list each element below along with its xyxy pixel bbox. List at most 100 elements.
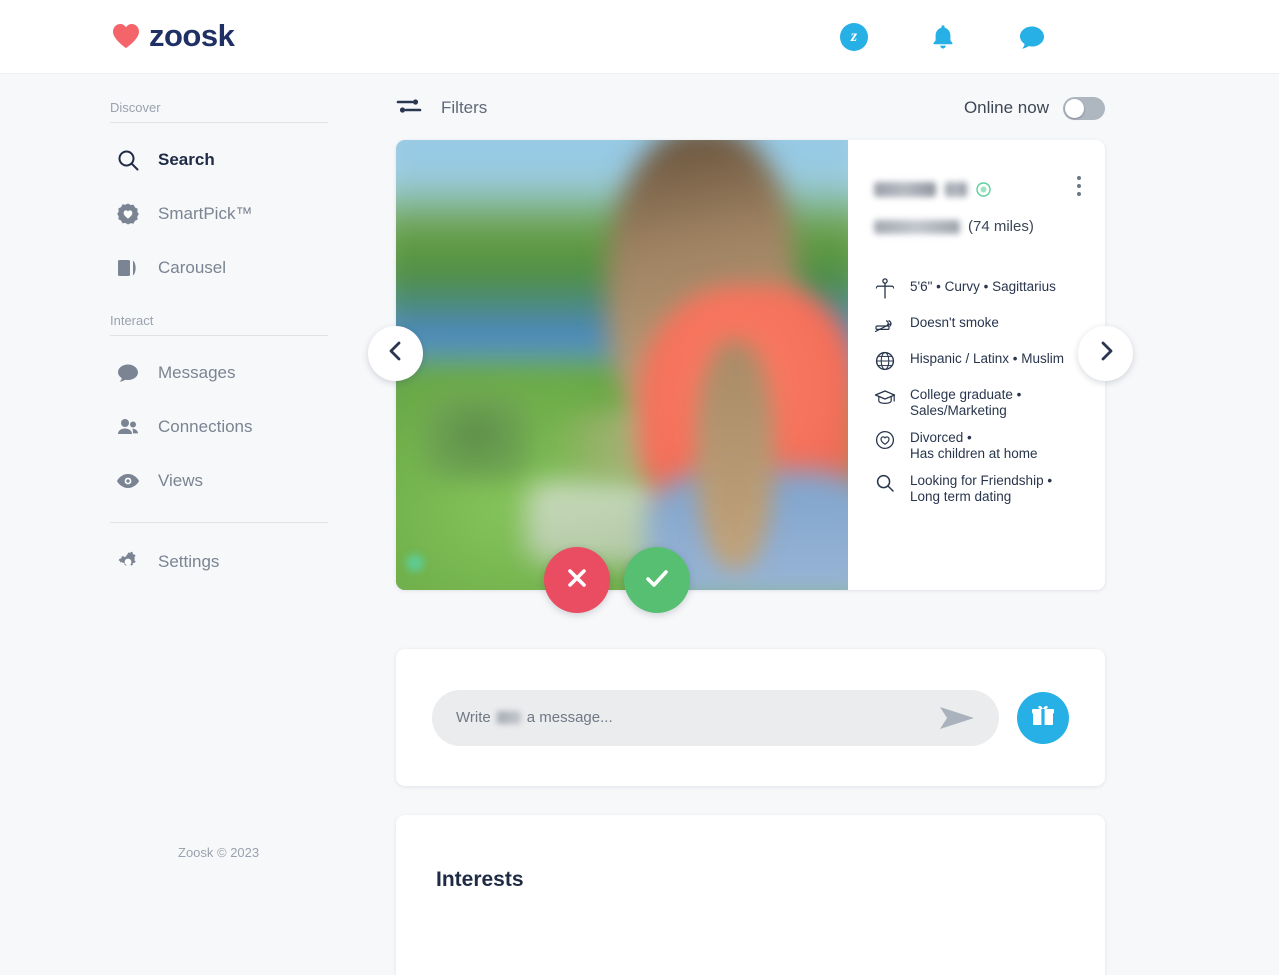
message-input[interactable]: Write a message... bbox=[432, 689, 999, 746]
sidebar-item-connections[interactable]: Connections bbox=[110, 400, 328, 454]
search-icon bbox=[874, 472, 896, 494]
sidebar-item-label: Settings bbox=[158, 552, 220, 571]
sidebar-item-label: SmartPick™ bbox=[158, 204, 253, 223]
dot bbox=[1077, 176, 1081, 180]
message-placeholder: Write a message... bbox=[456, 709, 613, 726]
profile-distance: (74 miles) bbox=[968, 218, 1034, 235]
attribute-row: Looking for Friendship • Long term datin… bbox=[874, 471, 1079, 504]
sidebar-section-discover: Discover bbox=[110, 100, 328, 123]
sidebar-item-settings[interactable]: Settings bbox=[110, 535, 328, 589]
like-button[interactable] bbox=[624, 547, 690, 613]
brand-name: zoosk bbox=[149, 18, 235, 53]
gift-icon bbox=[1030, 702, 1056, 733]
profile-name-row bbox=[874, 178, 1079, 200]
sidebar-item-messages[interactable]: Messages bbox=[110, 346, 328, 400]
toggle-knob bbox=[1065, 98, 1084, 118]
attribute-line: Divorced • bbox=[910, 430, 972, 445]
interests-title: Interests bbox=[436, 868, 524, 891]
dot bbox=[1077, 184, 1081, 188]
attribute-row: Doesn't smoke bbox=[874, 313, 1079, 339]
graduation-cap-icon bbox=[874, 386, 896, 408]
profile-actions bbox=[544, 547, 690, 613]
profile-location-redacted bbox=[874, 219, 960, 234]
placeholder-suffix: a message... bbox=[526, 709, 613, 726]
body-type-icon bbox=[874, 278, 896, 300]
more-options-icon[interactable] bbox=[1077, 176, 1081, 196]
attribute-row: Hispanic / Latinx • Muslim bbox=[874, 349, 1079, 375]
profile-attributes: 5'6" • Curvy • Sagittarius Doesn't smoke… bbox=[874, 277, 1079, 504]
sidebar-item-label: Search bbox=[158, 150, 215, 169]
profile-location-row: (74 miles) bbox=[874, 218, 1079, 235]
attribute-line: College graduate • bbox=[910, 387, 1022, 402]
attribute-text: 5'6" • Curvy • Sagittarius bbox=[910, 279, 1056, 294]
interests-card: Interests bbox=[396, 815, 1105, 975]
chat-bubble-icon bbox=[115, 360, 141, 386]
sidebar-item-search[interactable]: Search bbox=[110, 133, 328, 187]
attribute-text: Hispanic / Latinx • Muslim bbox=[910, 351, 1065, 366]
attribute-row: 5'6" • Curvy • Sagittarius bbox=[874, 277, 1079, 303]
no-smoking-icon bbox=[874, 314, 896, 336]
attribute-text: College graduate • Sales/Marketing bbox=[910, 385, 1021, 418]
online-now-control[interactable]: Online now bbox=[963, 96, 1105, 120]
globe-icon bbox=[874, 350, 896, 372]
chevron-right-icon bbox=[1096, 340, 1116, 367]
attribute-text: Looking for Friendship • Long term datin… bbox=[910, 471, 1052, 504]
notifications-bell-icon[interactable] bbox=[928, 22, 958, 52]
placeholder-prefix: Write bbox=[456, 709, 491, 726]
attribute-line: Looking for Friendship • bbox=[910, 473, 1053, 488]
sidebar-section-interact: Interact bbox=[110, 313, 328, 336]
gear-icon bbox=[115, 549, 141, 575]
sliders-icon bbox=[396, 95, 422, 122]
footer-copyright: Zoosk © 2023 bbox=[178, 845, 260, 860]
attribute-text: Divorced • Has children at home bbox=[910, 428, 1038, 461]
attribute-line: Long term dating bbox=[910, 488, 1012, 504]
heart-circle-icon bbox=[874, 429, 896, 451]
attribute-line: Has children at home bbox=[910, 445, 1038, 461]
sidebar-item-views[interactable]: Views bbox=[110, 454, 328, 508]
previous-profile-button[interactable] bbox=[368, 326, 423, 381]
filter-bar: Filters Online now bbox=[396, 88, 1105, 128]
zoosk-coins-icon[interactable]: z bbox=[839, 22, 869, 52]
pass-button[interactable] bbox=[544, 547, 610, 613]
attribute-row: College graduate • Sales/Marketing bbox=[874, 385, 1079, 418]
sidebar-item-carousel[interactable]: Carousel bbox=[110, 241, 328, 295]
attribute-line: Sales/Marketing bbox=[910, 402, 1007, 418]
chevron-left-icon bbox=[386, 340, 406, 367]
recipient-name-redacted bbox=[496, 711, 521, 724]
profile-card: (74 miles) 5'6" • Curvy • Sagittarius Do… bbox=[368, 140, 1133, 613]
dot bbox=[1077, 192, 1081, 196]
sidebar-item-label: Messages bbox=[158, 363, 236, 382]
profile-name-redacted bbox=[874, 181, 936, 197]
zoosk-logo[interactable]: zoosk bbox=[112, 18, 235, 54]
profile-photo[interactable] bbox=[396, 140, 848, 590]
smartpick-heart-icon bbox=[115, 201, 141, 227]
photo-subject-braid bbox=[696, 340, 774, 570]
next-profile-button[interactable] bbox=[1078, 326, 1133, 381]
send-gift-button[interactable] bbox=[1017, 691, 1069, 744]
sidebar: Discover Search SmartPick™ Carousel Inte… bbox=[110, 100, 328, 589]
verified-icon bbox=[976, 181, 991, 197]
main-content: Filters Online now (74 miles) 5'6" • Cur… bbox=[368, 88, 1133, 975]
profile-age-redacted bbox=[945, 181, 967, 197]
header-icon-group: z bbox=[839, 22, 1047, 52]
photo-online-dot bbox=[406, 554, 424, 572]
sidebar-item-label: Views bbox=[158, 471, 204, 490]
carousel-cards-icon bbox=[115, 255, 141, 281]
message-composer-card: Write a message... bbox=[396, 649, 1105, 786]
send-arrow-icon[interactable] bbox=[937, 704, 977, 737]
filters-button[interactable]: Filters bbox=[396, 95, 487, 122]
eye-icon bbox=[115, 468, 141, 494]
top-bar: zoosk z bbox=[0, 0, 1279, 74]
sidebar-item-label: Connections bbox=[158, 417, 253, 436]
search-icon bbox=[115, 147, 141, 173]
sidebar-item-smartpick[interactable]: SmartPick™ bbox=[110, 187, 328, 241]
people-icon bbox=[115, 414, 141, 440]
online-now-label: Online now bbox=[963, 98, 1049, 117]
messages-chat-icon[interactable] bbox=[1017, 22, 1047, 52]
filters-label: Filters bbox=[441, 98, 488, 117]
profile-info-panel: (74 miles) 5'6" • Curvy • Sagittarius Do… bbox=[848, 140, 1105, 590]
attribute-row: Divorced • Has children at home bbox=[874, 428, 1079, 461]
heart-icon bbox=[112, 23, 140, 49]
close-x-icon bbox=[563, 564, 591, 597]
online-now-toggle[interactable] bbox=[1063, 96, 1105, 120]
